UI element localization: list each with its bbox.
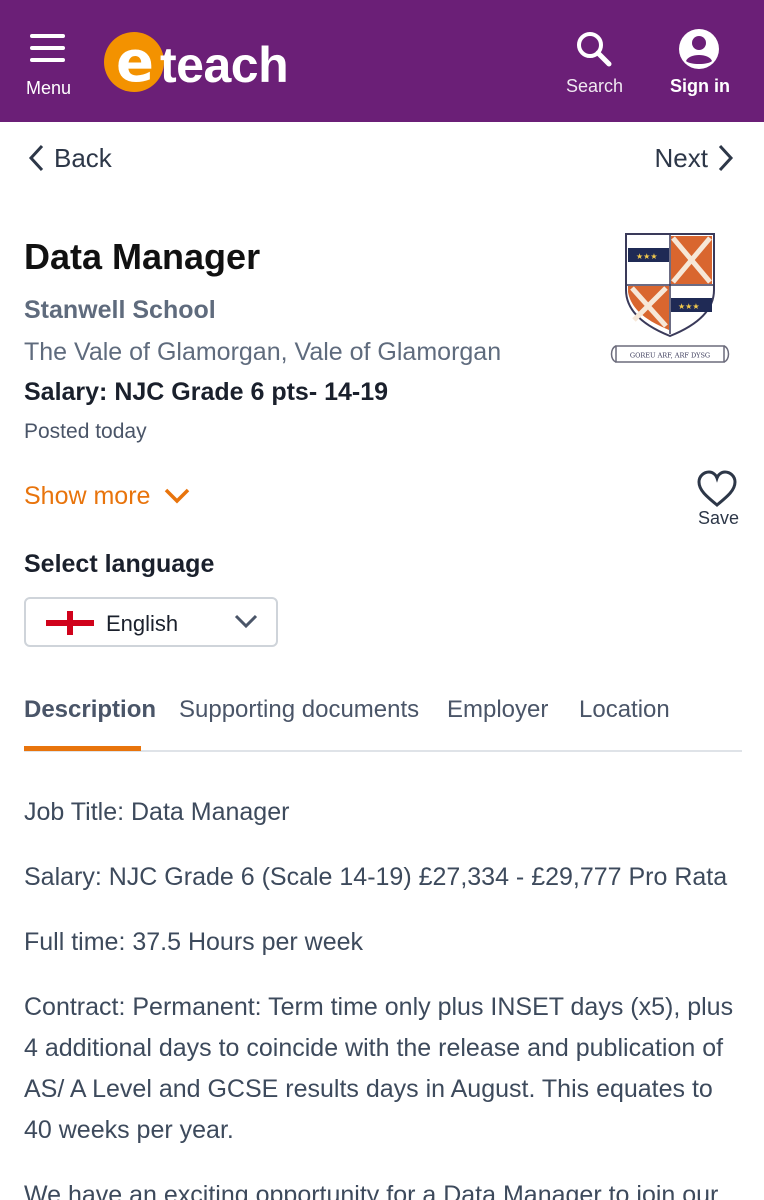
job-description: Job Title: Data Manager Salary: NJC Grad… — [24, 792, 740, 1200]
job-salary: Salary: NJC Grade 6 pts- 14-19 — [24, 378, 389, 406]
logo-wordmark: teach — [160, 37, 289, 93]
back-label: Back — [54, 142, 112, 173]
tab-employer[interactable]: Employer — [447, 696, 548, 724]
tab-supporting-documents[interactable]: Supporting documents — [179, 696, 419, 724]
show-more-label: Show more — [24, 481, 151, 510]
chevron-down-icon — [165, 488, 190, 504]
description-paragraph: Salary: NJC Grade 6 (Scale 14-19) £27,33… — [24, 863, 728, 891]
show-more-toggle[interactable]: Show more — [24, 478, 190, 514]
select-language-label: Select language — [24, 550, 215, 578]
back-link[interactable]: Back — [28, 140, 112, 176]
next-link[interactable]: Next — [655, 140, 734, 176]
chevron-left-icon — [28, 144, 44, 172]
description-paragraph: Contract: Permanent: Term time only plus… — [24, 993, 734, 1144]
description-paragraph: We have an exciting opportunity for a Da… — [24, 1181, 719, 1200]
posted-date: Posted today — [24, 420, 147, 443]
language-select[interactable]: English — [24, 597, 278, 647]
search-label: Search — [566, 76, 624, 96]
tab-description[interactable]: Description — [24, 696, 156, 724]
logo-letter: e — [116, 30, 154, 95]
eteach-logo[interactable]: e teach — [104, 30, 314, 96]
england-flag-icon — [46, 611, 94, 635]
job-tabs: Description Supporting documents Employe… — [24, 690, 742, 752]
job-title: Data Manager — [24, 236, 261, 277]
hamburger-icon — [30, 34, 65, 62]
save-label: Save — [698, 508, 740, 528]
description-paragraph: Full time: 37.5 Hours per week — [24, 928, 364, 956]
school-crest-logo: ★★★ ★★★ GOREU ARF, ARF DYSG — [610, 233, 730, 363]
search-icon — [577, 32, 612, 67]
search-button[interactable]: Search — [566, 30, 624, 100]
description-paragraph: Job Title: Data Manager — [24, 798, 290, 826]
heart-icon — [697, 470, 737, 507]
menu-label: Menu — [26, 78, 72, 98]
user-account-icon — [679, 29, 719, 69]
sign-in-label: Sign in — [670, 76, 730, 96]
chevron-down-icon — [234, 614, 258, 629]
active-tab-indicator — [24, 746, 141, 751]
sign-in-button[interactable]: Sign in — [670, 28, 730, 102]
next-label: Next — [654, 142, 708, 173]
language-selected-value: English — [106, 611, 179, 636]
chevron-right-icon — [718, 144, 734, 172]
employer-link[interactable]: Stanwell School — [24, 296, 216, 325]
crest-motto: GOREU ARF, ARF DYSG — [630, 352, 710, 360]
top-app-bar: Menu e teach Search Sign in — [0, 0, 764, 122]
menu-button[interactable]: Menu — [26, 34, 74, 100]
tab-location[interactable]: Location — [579, 696, 670, 724]
svg-text:★★★: ★★★ — [678, 302, 700, 311]
save-job-button[interactable]: Save — [690, 470, 746, 534]
svg-text:★★★: ★★★ — [636, 252, 658, 261]
job-location: The Vale of Glamorgan, Vale of Glamorgan — [24, 338, 502, 366]
